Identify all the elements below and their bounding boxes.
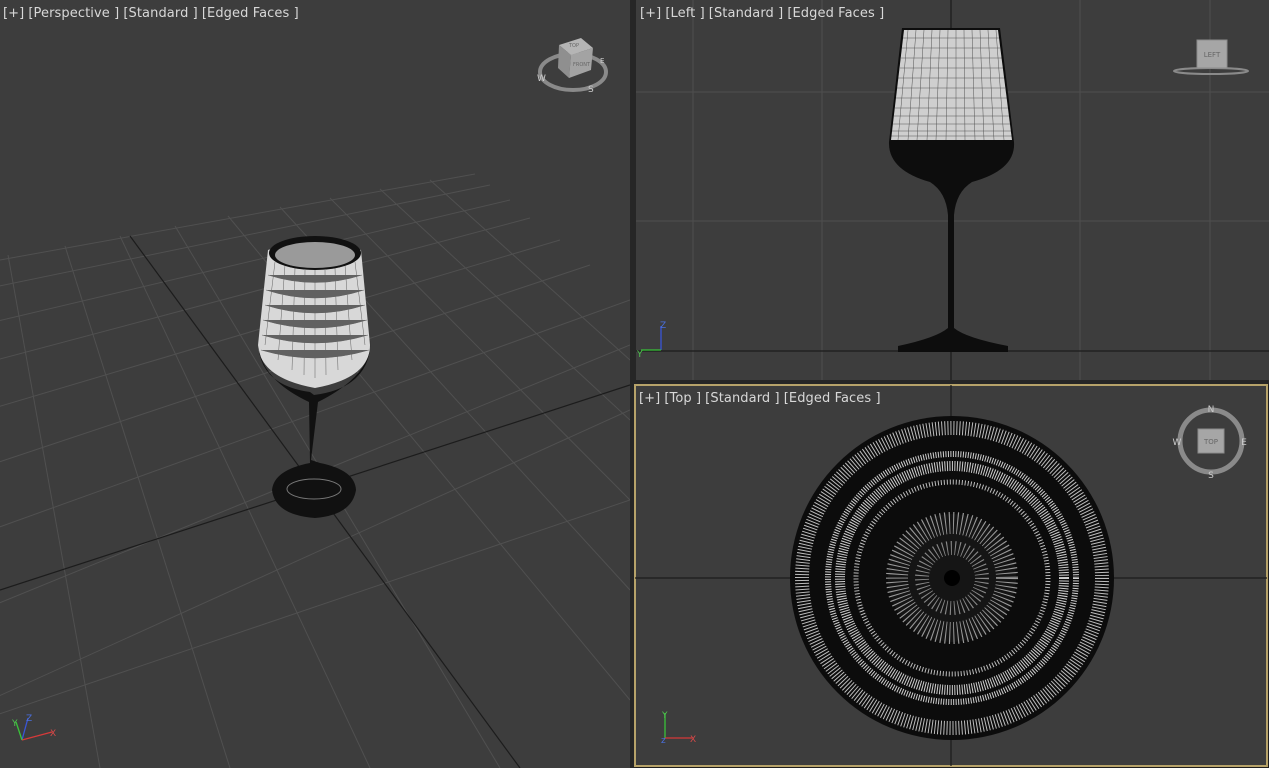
compass-s[interactable]: S <box>1208 471 1214 481</box>
axis-x-label: X <box>50 729 56 739</box>
viewcube-top[interactable]: TOP N S W E <box>1172 401 1252 481</box>
viewcube-ring[interactable] <box>1173 67 1249 75</box>
viewcube-perspective[interactable]: TOP FRONT W S E <box>533 30 613 98</box>
perspective-viewport[interactable]: Z Y X [+] [Perspective ] [Standard ] [Edged… <box>0 0 630 768</box>
perspective-viewport-label[interactable]: [+] [Perspective ] [Standard ] [Edged Faces… <box>3 6 299 21</box>
compass-e[interactable]: E <box>1241 438 1247 448</box>
top-viewport-label[interactable]: [+] [Top ] [Standard ] [Edged Faces ] <box>639 391 881 406</box>
viewport-shading-label[interactable]: [Standard ] <box>705 391 780 406</box>
viewport-view-label[interactable]: [Left ] <box>665 6 704 21</box>
viewport-menu-plus[interactable]: [+] <box>3 6 24 21</box>
left-viewport-label[interactable]: [+] [Left ] [Standard ] [Edged Faces ] <box>640 6 884 21</box>
viewport-edges-label[interactable]: [Edged Faces ] <box>787 6 884 21</box>
compass-n[interactable]: N <box>1208 405 1215 415</box>
axis-x-label: X <box>690 735 696 745</box>
viewport-edges-label[interactable]: [Edged Faces ] <box>784 391 881 406</box>
viewcube-front-face[interactable]: FRONT <box>573 62 591 68</box>
compass-s[interactable]: S <box>588 85 594 95</box>
compass-w[interactable]: W <box>537 74 546 84</box>
axis-z-marker: z <box>661 736 666 746</box>
glass-top <box>790 416 1114 740</box>
glass-left <box>888 28 1015 352</box>
axis-tripod-top <box>664 713 692 739</box>
viewport-view-label[interactable]: [Top ] <box>664 391 701 406</box>
viewcube-top-face[interactable]: TOP <box>568 43 579 49</box>
viewport-menu-plus[interactable]: [+] <box>639 391 660 406</box>
viewcube-left-face[interactable]: LEFT <box>1204 51 1221 59</box>
top-viewport[interactable]: Y z X [+] [Top ] [Standard ] [Edged Faces ]… <box>634 384 1268 767</box>
axis-y-label: Y <box>11 719 18 729</box>
axis-y-label: Y <box>661 711 668 721</box>
viewport-view-label[interactable]: [Perspective ] <box>28 6 119 21</box>
axis-z-label: Z <box>26 714 32 724</box>
compass-e[interactable]: E <box>600 57 604 65</box>
viewcube-left[interactable]: LEFT <box>1172 36 1252 80</box>
perspective-grid: Z Y X <box>0 173 630 768</box>
axis-tripod-left <box>641 326 662 351</box>
viewport-edges-label[interactable]: [Edged Faces ] <box>202 6 299 21</box>
viewport-menu-plus[interactable]: [+] <box>640 6 661 21</box>
compass-w[interactable]: W <box>1173 438 1182 448</box>
left-viewport[interactable]: Z Y [+] [Left ] [Standard ] [Edged Faces ] … <box>636 0 1269 380</box>
viewport-shading-label[interactable]: [Standard ] <box>123 6 198 21</box>
viewcube-top-face[interactable]: TOP <box>1203 438 1218 446</box>
axis-tripod-perspective <box>15 717 53 741</box>
axis-y-label: Y <box>636 350 643 360</box>
axis-z-label: Z <box>660 321 666 331</box>
viewport-shading-label[interactable]: [Standard ] <box>709 6 784 21</box>
